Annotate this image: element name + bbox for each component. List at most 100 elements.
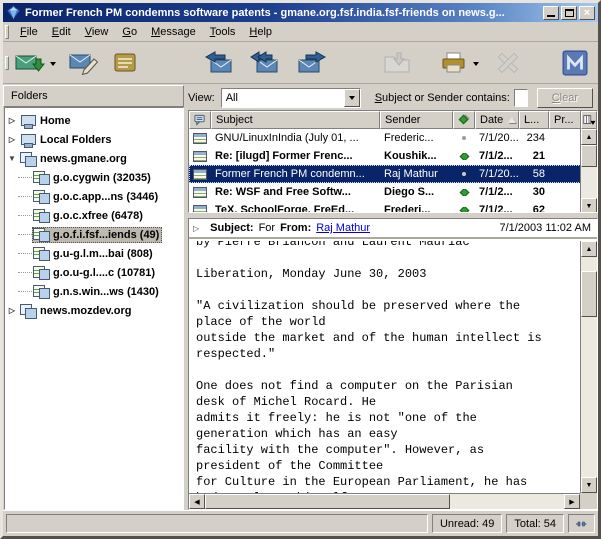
body-line: "A civilization should be preserved wher… [196,298,580,314]
twisty-icon[interactable] [18,253,32,254]
app-window: Former French PM condemns software paten… [0,0,601,539]
subject-label: Subject: [210,222,253,234]
twisty-icon[interactable] [18,272,32,273]
folder-item[interactable]: news.mozdev.org [5,301,183,320]
total-count: Total: 54 [506,514,564,533]
toolbar-grippy[interactable] [5,56,9,70]
twisty-icon[interactable] [18,234,32,235]
list-scrollbar[interactable]: ▲ ▼ [580,111,597,213]
stop-button[interactable] [491,47,525,79]
toolbar-grippy[interactable] [5,25,9,39]
folder-item[interactable]: g.o.cygwin (32035) [5,168,183,187]
column-subject[interactable]: Subject [211,111,380,129]
filter-input[interactable] [514,89,528,107]
message-icon [193,151,207,162]
flag-icon [458,114,470,126]
twisty-icon[interactable] [18,291,32,292]
twisty-icon[interactable] [18,215,32,216]
folder-item[interactable]: g.o.u-g.l....c (10781) [5,263,183,282]
body-scrollbar-horizontal[interactable]: ◀ ▶ [189,493,580,509]
minimize-button[interactable] [543,6,559,20]
folder-label: news.mozdev.org [40,305,131,317]
folder-item[interactable]: Local Folders [5,130,183,149]
contains-label: Subject or Sender contains: [375,92,510,104]
compose-button[interactable] [67,47,101,79]
compose-icon [69,51,99,75]
column-sender[interactable]: Sender [380,111,453,129]
scroll-right-button[interactable]: ▶ [564,494,580,509]
column-date[interactable]: Date [475,111,519,129]
reply-button[interactable] [202,47,236,79]
menu-item[interactable]: Tools [203,24,243,40]
folder-item[interactable]: g.o.c.xfree (6478) [5,206,183,225]
mozilla-throbber[interactable] [558,47,592,79]
expand-header-twisty[interactable]: ▷ [193,224,199,233]
get-msgs-button[interactable] [13,47,47,79]
status-message-area [6,514,428,533]
get-msgs-dropdown[interactable] [47,47,58,79]
twisty-icon[interactable] [5,116,19,125]
scroll-thumb[interactable] [581,271,597,317]
print-dropdown[interactable] [470,47,481,79]
scroll-thumb[interactable] [205,494,450,509]
scroll-down-button[interactable]: ▼ [581,198,597,213]
maximize-button[interactable] [561,6,577,20]
scroll-up-button[interactable]: ▲ [581,129,597,145]
twisty-icon[interactable] [18,177,32,178]
from-link[interactable]: Raj Mathur [316,222,370,234]
scroll-down-button[interactable]: ▼ [581,477,597,493]
subject-cell: Former French PM condemn... [211,168,380,180]
forward-button[interactable] [294,47,328,79]
message-row[interactable]: TeX, SchoolForge, FreEd... Frederi... 7/… [189,201,597,213]
body-scrollbar-vertical[interactable]: ▲ ▼ [580,241,597,493]
scroll-thumb[interactable] [581,145,597,167]
folder-icon [33,209,50,223]
reply-all-button[interactable] [248,47,282,79]
folder-item[interactable]: news.gmane.org [5,149,183,168]
twisty-icon[interactable] [5,306,19,315]
message-list: Subject Sender Date L... Pr... GNU/Linux… [188,110,598,213]
message-row[interactable]: GNU/LinuxInIndia (July 01, ... Frederic.… [189,129,597,147]
menu-item[interactable]: File [13,24,45,40]
message-row[interactable]: Former French PM condemn... Raj Mathur 7… [189,165,597,183]
twisty-icon[interactable] [5,154,19,163]
date-cell: 7/1/20... [475,132,519,144]
folder-item[interactable]: g.n.s.win...ws (1430) [5,282,183,301]
menu-item[interactable]: Help [242,24,279,40]
menu-item[interactable]: Edit [45,24,78,40]
filter-bar: View: All Subject or Sender contains: Cl… [188,85,598,110]
date-cell: 7/1/2... [475,186,519,198]
scroll-up-button[interactable]: ▲ [581,241,597,257]
folder-icon [33,285,50,299]
menu-item[interactable]: Message [144,24,203,40]
menu-item[interactable]: Go [115,24,144,40]
file-icon [383,51,411,75]
column-flag[interactable] [453,111,475,129]
folder-item[interactable]: Home [5,111,183,130]
folder-item[interactable]: g.o.f.i.fsf...iends (49) [5,225,183,244]
twisty-icon[interactable] [18,196,32,197]
twisty-icon[interactable] [5,135,19,144]
folder-item[interactable]: g.u-g.l.m...bai (808) [5,244,183,263]
print-button[interactable] [436,47,470,79]
folder-icon [33,190,50,204]
sender-cell: Koushik... [380,150,453,162]
close-button[interactable]: × [579,6,595,20]
title-bar[interactable]: Former French PM condemns software paten… [3,3,598,22]
address-book-button[interactable] [108,47,142,79]
body-line: admits it freely: he is not "one of the [196,410,580,426]
message-row[interactable]: Re: [ilugd] Former Frenc... Koushik... 7… [189,147,597,165]
folder-item[interactable]: g.o.c.app...ns (3446) [5,187,183,206]
menu-item[interactable]: View [78,24,116,40]
view-select[interactable]: All [221,88,361,108]
message-row[interactable]: Re: WSF and Free Softw... Diego S... 7/1… [189,183,597,201]
column-picker-button[interactable] [581,111,597,129]
clear-button[interactable]: Clear [537,88,593,108]
scroll-left-button[interactable]: ◀ [189,494,205,509]
message-body[interactable]: by Pierre Briancon and Laurent MauriacLi… [189,241,580,493]
file-button[interactable] [380,47,414,79]
column-thread[interactable] [189,111,211,129]
online-status-button[interactable] [568,514,595,533]
chevron-down-icon[interactable] [344,89,360,107]
column-lines[interactable]: L... [519,111,549,129]
